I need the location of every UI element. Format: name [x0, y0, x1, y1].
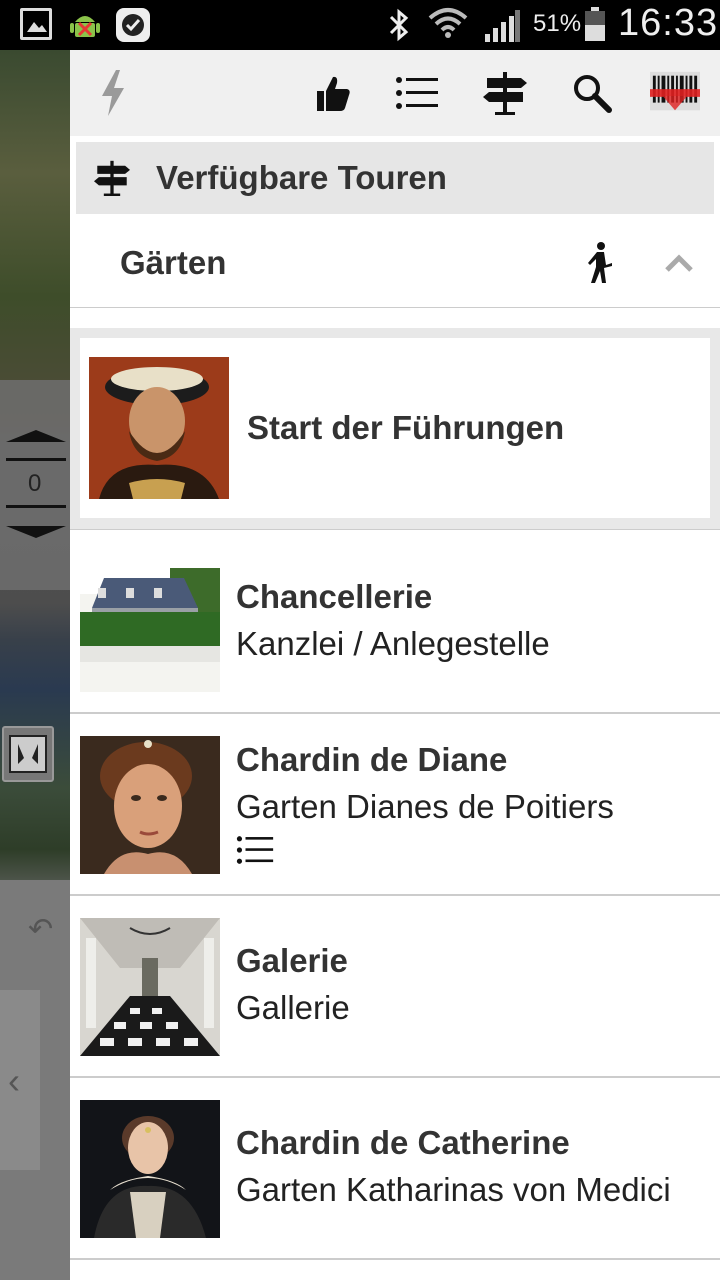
list-item[interactable]: Chardin de Diane Garten Dianes de Poitie… — [70, 714, 720, 896]
tour-group-gardens[interactable]: Gärten — [70, 218, 720, 308]
level-divider-bottom — [6, 505, 66, 508]
diane-portrait-thumbnail — [80, 736, 220, 874]
wifi-icon — [428, 6, 468, 49]
list-item[interactable]: Chardin de Catherine Garten Katharinas v… — [70, 1078, 720, 1260]
android-debug-icon — [68, 8, 102, 42]
thumbs-up-icon — [317, 76, 350, 111]
item-text: Chardin de Catherine Garten Katharinas v… — [236, 1121, 671, 1215]
item-title: Chancellerie — [236, 578, 433, 615]
toolbar — [70, 50, 720, 136]
item-subtitle: Gallerie — [236, 989, 350, 1026]
item-subtitle: Kanzlei / Anlegestelle — [236, 625, 550, 662]
bluetooth-icon — [386, 8, 412, 47]
chevron-up-icon[interactable] — [664, 253, 694, 273]
signpost-icon — [94, 160, 130, 196]
section-title: Verfügbare Touren — [156, 159, 447, 196]
walking-person-icon — [588, 241, 612, 283]
portrait-thumbnail — [89, 357, 229, 499]
signal-strength-icon — [484, 10, 520, 47]
flash-button[interactable] — [88, 68, 138, 118]
list-item[interactable]: Galerie Gallerie — [70, 896, 720, 1078]
level-value: 0 — [28, 470, 42, 497]
item-subtitle: Garten Dianes de Poitiers — [236, 787, 614, 825]
item-title: Chardin de Diane — [236, 740, 508, 778]
flash-icon — [102, 70, 124, 116]
barcode-icon — [650, 71, 700, 111]
tours-button[interactable] — [480, 68, 530, 118]
available-tours-header: Verfügbare Touren — [76, 142, 714, 214]
barcode-scan-button[interactable] — [650, 68, 700, 118]
gallery-notification-icon — [20, 8, 52, 40]
battery-icon — [584, 7, 606, 41]
tour-stop-list: Chancellerie Kanzlei / Anlegestelle Char… — [70, 532, 720, 1260]
item-title: Chardin de Catherine — [236, 1124, 570, 1161]
list-icon — [396, 77, 438, 109]
status-bar: 51% 16:33 — [0, 0, 720, 50]
start-item-container: Start der Führungen — [70, 328, 720, 530]
map-card — [0, 990, 40, 1170]
start-label: Start der Führungen — [247, 409, 565, 446]
check-notification-icon — [116, 8, 150, 42]
item-text: Galerie Gallerie — [236, 939, 350, 1033]
tour-drawer: Verfügbare Touren Gärten Start der Führu… — [70, 50, 720, 1280]
battery-percentage: 51% — [533, 10, 582, 37]
list-item[interactable]: Chancellerie Kanzlei / Anlegestelle — [70, 532, 720, 714]
start-tours-item[interactable]: Start der Führungen — [80, 338, 710, 518]
chancellerie-thumbnail — [80, 554, 220, 692]
back-arrow-icon[interactable]: ↶ — [28, 912, 53, 947]
list-icon — [236, 835, 274, 864]
favorites-button[interactable] — [308, 68, 358, 118]
item-title: Galerie — [236, 942, 348, 979]
search-button[interactable] — [567, 68, 617, 118]
item-subtitle: Garten Katharinas von Medici — [236, 1171, 671, 1208]
map-poi-icon[interactable] — [2, 726, 54, 782]
group-title: Gärten — [120, 243, 227, 281]
catherine-portrait-thumbnail — [80, 1100, 220, 1238]
search-icon — [574, 75, 612, 113]
level-divider-top — [6, 458, 66, 461]
signpost-icon — [483, 72, 527, 115]
item-text: Chardin de Diane Garten Dianes de Poitie… — [236, 738, 614, 871]
chevron-left-icon[interactable]: ‹ — [8, 1060, 20, 1102]
list-button[interactable] — [392, 68, 442, 118]
gallery-thumbnail — [80, 918, 220, 1056]
clock: 16:33 — [618, 2, 719, 44]
item-text: Chancellerie Kanzlei / Anlegestelle — [236, 575, 550, 669]
level-down-arrow-icon[interactable] — [6, 526, 66, 538]
level-up-arrow-icon[interactable] — [6, 430, 66, 442]
